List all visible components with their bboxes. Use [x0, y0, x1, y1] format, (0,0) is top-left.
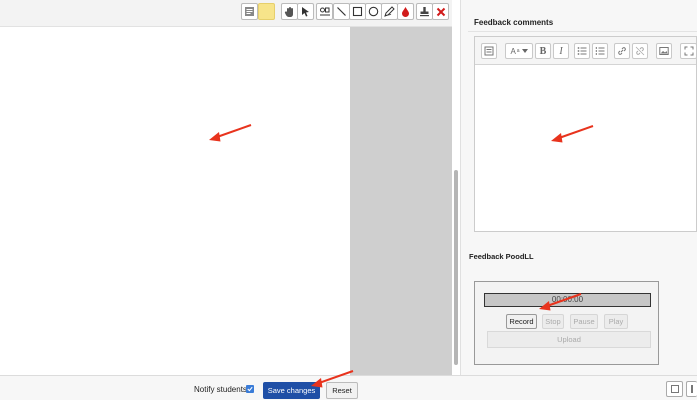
chevron-down-icon [521, 49, 528, 53]
upload-button[interactable]: Upload [487, 331, 651, 348]
select-pointer-icon[interactable] [297, 3, 314, 20]
pdf-page[interactable] [0, 27, 350, 375]
layout-expand-icon[interactable] [686, 381, 697, 397]
pause-button[interactable]: Pause [570, 314, 598, 329]
bold-icon[interactable]: B [535, 43, 551, 59]
bullet-list-icon[interactable] [574, 43, 590, 59]
stamp-icon[interactable] [416, 3, 433, 20]
fullscreen-icon[interactable] [680, 43, 697, 59]
numbered-list-icon[interactable] [592, 43, 608, 59]
reset-button[interactable]: Reset [326, 382, 358, 399]
feedback-poodll-heading: Feedback PoodLL [469, 252, 534, 261]
vertical-scrollbar[interactable] [454, 170, 458, 365]
feedback-comments-textarea[interactable] [475, 66, 696, 231]
ink-color-icon[interactable] [397, 3, 414, 20]
italic-icon[interactable]: I [553, 43, 569, 59]
hand-pan-icon[interactable] [281, 3, 298, 20]
checkmark-icon [247, 386, 253, 392]
pen-icon[interactable] [381, 3, 398, 20]
layout-bar [691, 385, 693, 393]
stamp-text-icon[interactable] [316, 3, 333, 20]
font-size-dropdown[interactable]: A a [505, 43, 533, 59]
delete-icon[interactable] [432, 3, 449, 20]
divider [468, 31, 697, 32]
font-size-indicator: a [516, 48, 520, 54]
rectangle-icon[interactable] [349, 3, 366, 20]
editor-toolbar: A a B I [475, 37, 697, 65]
unlink-icon[interactable] [632, 43, 648, 59]
pdf-viewer-background [350, 27, 452, 375]
comment-icon[interactable] [241, 3, 258, 20]
grading-screen: Feedback comments A a B I Feedback PoodL… [0, 0, 697, 400]
record-button[interactable]: Record [506, 314, 537, 329]
recording-timer: 00:00:00 [484, 293, 651, 307]
play-button[interactable]: Play [604, 314, 628, 329]
save-changes-button[interactable]: Save changes [263, 382, 320, 399]
feedback-comments-heading: Feedback comments [474, 18, 554, 27]
oval-icon[interactable] [365, 3, 382, 20]
line-icon[interactable] [333, 3, 350, 20]
toolbar-toggle-icon[interactable] [481, 43, 497, 59]
grading-footer: Notify students Save changes Reset [0, 375, 697, 400]
layout-collapse-icon[interactable] [666, 381, 683, 397]
stop-button[interactable]: Stop [542, 314, 564, 329]
notify-students-label: Notify students [194, 385, 247, 394]
layout-box [671, 385, 679, 393]
highlighter-yellow-icon[interactable] [258, 3, 275, 20]
annotation-toolbar [0, 0, 452, 27]
notify-students-checkbox[interactable] [246, 385, 254, 393]
insert-image-icon[interactable] [656, 43, 672, 59]
link-icon[interactable] [614, 43, 630, 59]
poodll-recorder: 00:00:00 Record Stop Pause Play Upload [474, 281, 659, 365]
feedback-comments-editor: A a B I [474, 36, 697, 232]
font-size-icon: A [510, 46, 516, 56]
